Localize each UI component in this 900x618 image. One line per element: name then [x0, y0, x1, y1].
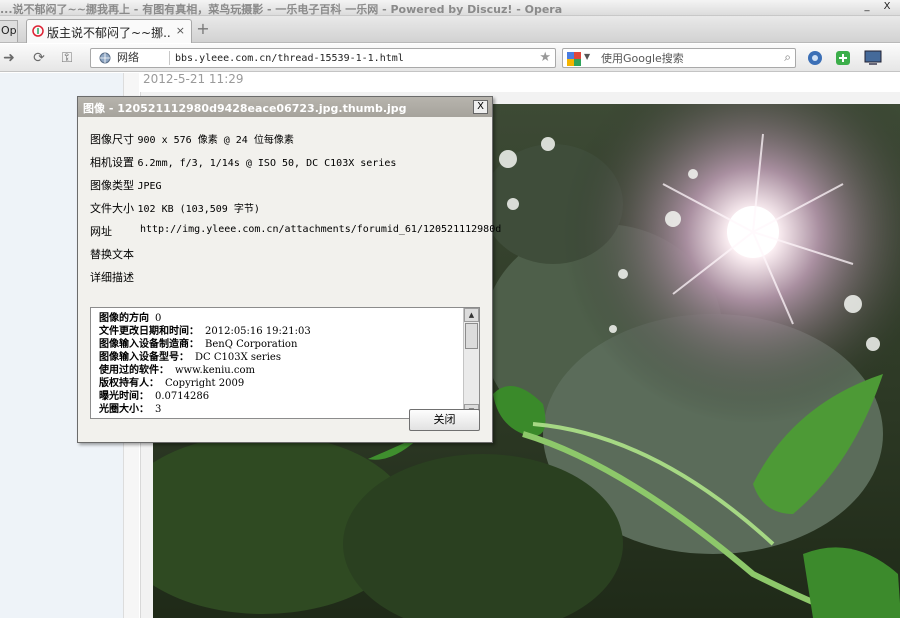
prop-label: 详细描述 [90, 271, 134, 284]
extension-icon[interactable] [834, 49, 852, 67]
dialog-body: 图像尺寸 900 x 576 像素 @ 24 位每像素 相机设置 6.2mm, … [78, 117, 501, 442]
prop-row-alt-text: 替换文本 [90, 246, 134, 262]
exif-row: 光圈大小： 3 [99, 404, 162, 415]
search-icon[interactable]: ⌕ [784, 50, 791, 65]
dialog-close-button[interactable]: 关闭 [409, 409, 480, 431]
prop-label: 图像类型 [90, 179, 134, 192]
navigation-toolbar: ➜ ⟳ ⚿ 网络 bbs.yleee.com.cn/thread-15539-1… [0, 44, 900, 72]
tab-bar: Opera 版主说不郁闷了~~挪... × + [0, 16, 900, 43]
prop-label: 图像尺寸 [90, 133, 134, 146]
dialog-title: 图像 - 120521112980d9428eace06723.jpg.thum… [83, 102, 407, 115]
exif-row: 版权持有人： Copyright 2009 [99, 378, 245, 389]
window-titlebar: ...说不郁闷了~~挪我再上 - 有图有真相，菜鸟玩摄影 - 一乐电子百科 一乐… [0, 0, 900, 16]
prop-row-filesize: 文件大小 102 KB (103,509 字节) [90, 200, 260, 216]
prop-row-dimensions: 图像尺寸 900 x 576 像素 @ 24 位每像素 [90, 131, 294, 147]
reload-icon[interactable]: ⟳ [30, 49, 48, 67]
prop-label: 文件大小 [90, 202, 134, 215]
exif-row: 图像输入设备制造商： BenQ Corporation [99, 339, 298, 350]
tab-opera[interactable]: Opera [0, 20, 18, 42]
prop-url-value[interactable]: http://img.yleee.com.cn/attachments/foru… [140, 224, 501, 235]
speed-dial-icon[interactable] [806, 49, 824, 67]
window-title: ...说不郁闷了~~挪我再上 - 有图有真相，菜鸟玩摄影 - 一乐电子百科 一乐… [0, 3, 563, 16]
monitor-icon[interactable] [864, 49, 882, 67]
address-divider [169, 51, 170, 65]
address-bar[interactable]: 网络 bbs.yleee.com.cn/thread-15539-1-1.htm… [90, 48, 556, 68]
prop-label: 相机设置 [90, 156, 134, 169]
details-scrollbar[interactable]: ▲ ▼ [463, 308, 479, 418]
site-favicon-icon [32, 25, 44, 37]
prop-value: JPEG [137, 181, 162, 192]
key-icon[interactable]: ⚿ [58, 49, 76, 67]
prop-value: 102 KB (103,509 字节) [137, 204, 260, 215]
scroll-thumb[interactable] [465, 323, 478, 349]
prop-label: 替换文本 [90, 248, 134, 261]
url-text[interactable]: bbs.yleee.com.cn/thread-15539-1-1.html [175, 50, 404, 67]
forward-icon[interactable]: ➜ [0, 49, 18, 67]
exif-row: 使用过的软件： www.keniu.com [99, 365, 256, 376]
prop-value: 900 x 576 像素 @ 24 位每像素 [137, 135, 294, 146]
tab-active-label: 版主说不郁闷了~~挪... [47, 26, 171, 40]
prop-row-camera: 相机设置 6.2mm, f/3, 1/14s @ ISO 50, DC C103… [90, 154, 396, 170]
exif-list: 图像的方向 0 文件更改日期和时间： 2012:05:16 19:21:03 图像输… [99, 312, 311, 416]
minimize-button[interactable]: _ [860, 1, 874, 14]
post-date: 2012-5-21 11:29 [143, 72, 244, 86]
search-engine-dropdown-icon[interactable]: ▼ [584, 52, 590, 61]
tab-close-icon[interactable]: × [176, 24, 185, 37]
exif-row: 图像输入设备型号： DC C103X series [99, 352, 281, 363]
bookmark-star-icon[interactable]: ★ [539, 50, 551, 65]
exif-row: 文件更改日期和时间： 2012:05:16 19:21:03 [99, 326, 311, 337]
scroll-up-icon[interactable]: ▲ [464, 308, 479, 322]
prop-label: 网址 [90, 225, 112, 238]
tab-active[interactable]: 版主说不郁闷了~~挪... × [26, 19, 192, 43]
prop-row-url: 网址 http://img.yleee.com.cn/attachments/f… [90, 223, 501, 239]
prop-row-type: 图像类型 JPEG [90, 177, 162, 193]
exif-row: 曝光时间： 0.0714286 [99, 391, 210, 402]
window-close-button[interactable]: X [880, 1, 894, 14]
prop-row-description: 详细描述 [90, 269, 134, 285]
search-placeholder: 使用Google搜索 [601, 52, 684, 65]
globe-icon [99, 52, 111, 64]
search-field[interactable]: ▼ 使用Google搜索 ⌕ [562, 48, 796, 68]
site-security-label[interactable]: 网络 [117, 50, 169, 66]
new-tab-button[interactable]: + [195, 21, 211, 38]
dialog-titlebar[interactable]: 图像 - 120521112980d9428eace06723.jpg.thum… [78, 97, 492, 117]
exif-row: 图像的方向 0 [99, 313, 162, 324]
exif-details-box[interactable]: 图像的方向 0 文件更改日期和时间： 2012:05:16 19:21:03 图像输… [90, 307, 480, 419]
dialog-close-icon[interactable]: X [473, 100, 488, 114]
prop-value: 6.2mm, f/3, 1/14s @ ISO 50, DC C103X ser… [137, 158, 397, 169]
image-properties-dialog: 图像 - 120521112980d9428eace06723.jpg.thum… [77, 96, 501, 443]
google-icon[interactable] [567, 52, 581, 66]
